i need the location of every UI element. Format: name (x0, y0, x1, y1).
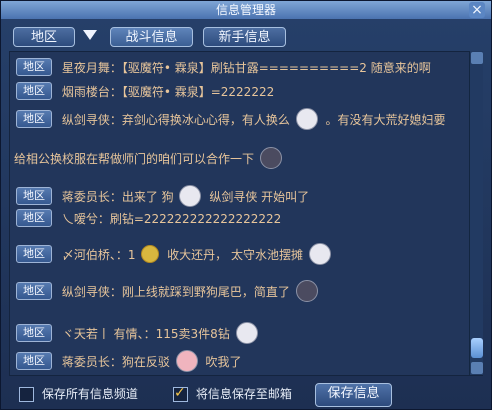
region-badge[interactable]: 地区 (16, 324, 52, 342)
checkbox-checked-icon[interactable] (173, 384, 188, 402)
message-text: 纵剑寻侠：弃剑心得换冰心心得，有人换么 (61, 112, 290, 127)
scroll-thumb[interactable] (471, 338, 483, 358)
save-to-mailbox-label: 将信息保存至邮箱 (195, 387, 292, 401)
scroll-down-button[interactable] (471, 362, 483, 374)
save-all-channels-checkbox[interactable]: 保存所有信息频道 (19, 385, 138, 403)
save-info-button[interactable]: 保存信息 (315, 383, 392, 407)
region-badge[interactable]: 地区 (16, 352, 52, 370)
toolbar: 地区 战斗信息 新手信息 (9, 25, 477, 51)
message-text: 烟雨楼台：【驱魔符• 霖泉】=2222222 (61, 84, 275, 99)
checkbox-unchecked-icon[interactable] (19, 387, 34, 402)
close-icon: × (471, 2, 483, 18)
chat-message: 地区 蒋委员长：狗在反驳 吹我了 (16, 350, 470, 372)
region-badge[interactable]: 地区 (16, 82, 52, 100)
emoticon-icon (259, 147, 282, 169)
message-text: 蒋委员长：狗在反驳 (61, 354, 170, 369)
save-to-mailbox-checkbox[interactable]: 将信息保存至邮箱 (173, 384, 292, 403)
message-text: 纵剑寻侠：刚上线就踩到野狗尾巴，简直了 (61, 284, 290, 299)
emoticon-icon (308, 243, 331, 265)
message-text: 乀嗳兮：刷钻=222222222222222222 (61, 211, 282, 226)
chat-message: 给相公换校服在帮做师门的咱们可以合作一下 (14, 147, 470, 169)
emoticon-icon (175, 350, 198, 372)
chat-message: 地区 星夜月舞：【驱魔符• 霖泉】刷钻甘露==========2 随意来的啊 (16, 58, 470, 76)
coin-icon (141, 245, 160, 263)
scroll-up-button[interactable] (471, 52, 483, 64)
region-badge[interactable]: 地区 (16, 209, 52, 227)
bottom-bar: 保存所有信息频道 将信息保存至邮箱 保存信息 (9, 383, 483, 407)
message-text: ヾ天若丨 有情、：115卖3件8钻 (61, 326, 230, 341)
title-bar: 信息管理器 × (1, 1, 491, 19)
chat-message: 地区 纵剑寻侠：弃剑心得换冰心心得，有人换么 。有没有大荒好媳妇要 (16, 108, 470, 130)
emoticon-icon (235, 322, 258, 344)
region-badge[interactable]: 地区 (16, 282, 52, 300)
region-badge[interactable]: 地区 (16, 245, 52, 263)
message-text: 〆河伯桥、：1 (61, 247, 136, 262)
region-badge[interactable]: 地区 (16, 187, 52, 205)
message-text: 给相公换校服在帮做师门的咱们可以合作一下 (14, 151, 255, 166)
chat-message: 地区 蒋委员长：出来了 狗 纵剑寻侠 开始叫了 (16, 185, 470, 207)
close-button[interactable]: × (469, 2, 485, 18)
window-title: 信息管理器 (215, 3, 276, 17)
message-tail-text: 纵剑寻侠 开始叫了 (209, 189, 310, 204)
chat-message: 地区 烟雨楼台：【驱魔符• 霖泉】=2222222 (16, 82, 470, 100)
message-text: 星夜月舞：【驱魔符• 霖泉】刷钻甘露==========2 随意来的啊 (61, 60, 431, 75)
emoticon-icon (179, 185, 202, 207)
region-badge[interactable]: 地区 (16, 58, 52, 76)
dropdown-arrow-icon[interactable] (83, 30, 97, 40)
chat-message: 地区 ヾ天若丨 有情、：115卖3件8钻 (16, 322, 470, 344)
chat-message: 地区 纵剑寻侠：刚上线就踩到野狗尾巴，简直了 (16, 280, 470, 302)
message-manager-window: 信息管理器 × 地区 战斗信息 新手信息 地区 星夜月舞：【驱魔符• 霖泉】刷钻… (0, 0, 492, 410)
scrollbar[interactable] (469, 51, 483, 375)
emoticon-icon (295, 108, 318, 130)
message-tail-text: 。有没有大荒好媳妇要 (325, 112, 446, 127)
message-text: 蒋委员长：出来了 狗 (61, 189, 174, 204)
chat-message: 地区 乀嗳兮：刷钻=222222222222222222 (16, 209, 470, 227)
chat-log: 地区 星夜月舞：【驱魔符• 霖泉】刷钻甘露==========2 随意来的啊 地… (9, 51, 483, 376)
tab-newbie-info[interactable]: 新手信息 (203, 27, 286, 47)
region-badge[interactable]: 地区 (16, 110, 52, 128)
message-tail-text: 收大还丹， 太守水池摆摊 (167, 247, 303, 262)
chat-message: 地区 〆河伯桥、：1 收大还丹， 太守水池摆摊 (16, 243, 470, 265)
emoticon-icon (295, 280, 318, 302)
message-tail-text: 吹我了 (205, 354, 242, 369)
channel-select[interactable]: 地区 (13, 27, 75, 47)
save-all-channels-label: 保存所有信息频道 (41, 387, 138, 401)
tab-battle-info[interactable]: 战斗信息 (110, 27, 193, 47)
